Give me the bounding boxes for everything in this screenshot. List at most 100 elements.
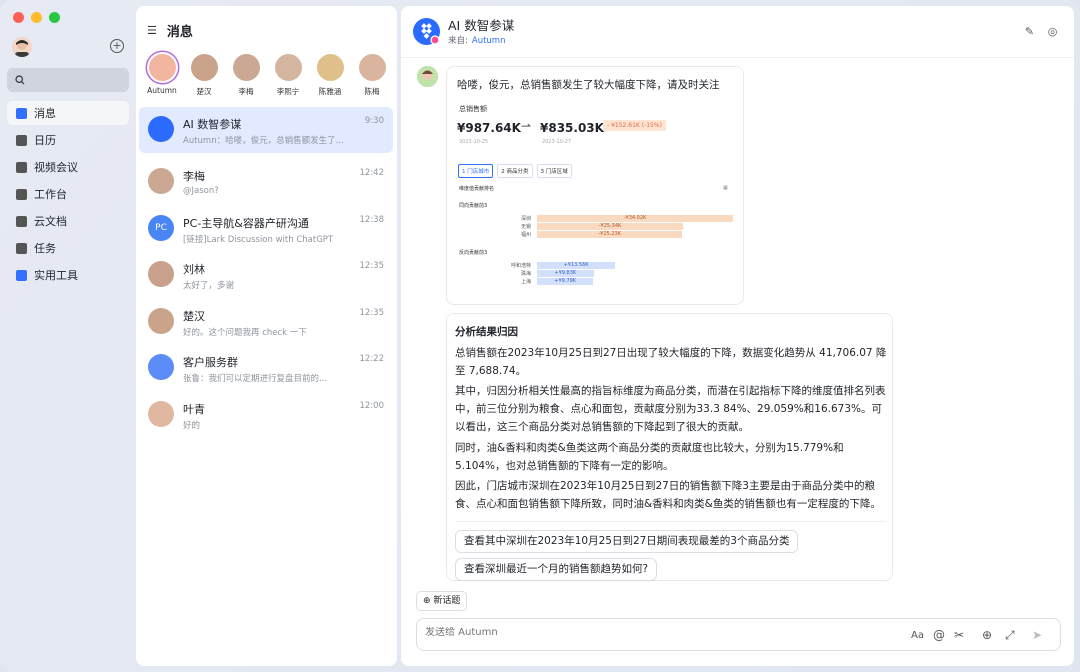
broom-icon[interactable]: ✎ bbox=[1023, 25, 1036, 38]
analysis-paragraph: 同时，油&香料和肉类&鱼类这两个商品分类的贡献度也比较大，分别为15.779%和… bbox=[455, 442, 844, 472]
chat-name: PC-主导航&容器产研沟通 bbox=[183, 216, 309, 230]
arrow-right-icon: ⇀ bbox=[521, 119, 532, 133]
avatar bbox=[148, 261, 174, 287]
chat-time: 9:30 bbox=[364, 116, 384, 126]
scissors-icon[interactable]: ✂ bbox=[954, 628, 964, 642]
new-topic-button[interactable]: ⊕ 新话题 bbox=[416, 591, 468, 611]
chat-list-item[interactable]: 叶青 好的 12:00 bbox=[139, 392, 393, 438]
avatar bbox=[358, 54, 386, 81]
nav-item[interactable]: 日历 bbox=[7, 128, 129, 152]
nav-item-label: 云文档 bbox=[34, 215, 67, 228]
chat-main: AI 数智参谋 来自: Autumn ✎ ◎ 哈喽，俊元，总销售额发生了较大幅度下… bbox=[401, 6, 1074, 666]
bot-logo-icon bbox=[413, 18, 440, 45]
messages-panel: ☰ 消息 Autumn 楚汉 李梅 李熙宁陈雅涵 陈梅 AI 数智参谋 Autumn：哈喽… bbox=[136, 6, 397, 666]
nav-item-label: 日历 bbox=[34, 134, 56, 147]
table-icon[interactable]: ▦ bbox=[723, 185, 728, 191]
chat-preview: 张鲁：我们可以定期进行复盘目前的... bbox=[183, 374, 328, 384]
chat-list-item[interactable]: 刘林 太好了，多谢 12:35 bbox=[139, 252, 393, 298]
chat-list-item[interactable]: 楚汉 好的。这个问题我再 check 一下 12:35 bbox=[139, 299, 393, 345]
chat-list-item[interactable]: AI 数智参谋 Autumn：哈喽，俊元，总销售额发生了... 9:30 bbox=[139, 107, 393, 153]
pinned-contact[interactable]: 李熙宁 bbox=[268, 54, 308, 97]
suggestion-button[interactable]: 查看深圳最近一个月的销售额趋势如何? bbox=[455, 558, 658, 581]
avatar bbox=[232, 54, 260, 81]
chat-bubble-icon bbox=[16, 107, 27, 119]
nav-item-label: 视频会议 bbox=[34, 161, 78, 174]
contribution-section-title: 维度值贡献排名 bbox=[459, 186, 495, 192]
kpi-from-value: ¥987.64K bbox=[457, 121, 521, 135]
dimension-tab[interactable]: 3 门店区域 bbox=[536, 164, 572, 178]
pinned-contact-name: 陈雅涵 bbox=[318, 87, 342, 96]
avatar bbox=[148, 354, 174, 380]
font-format-icon[interactable]: Aa bbox=[911, 630, 924, 641]
chat-list-item[interactable]: 客户服务群张鲁：我们可以定期进行复盘目前的... 12:22 bbox=[139, 345, 393, 391]
pinned-contact-name: 陈梅 bbox=[364, 87, 380, 96]
expand-icon[interactable]: ⤢ bbox=[1005, 628, 1015, 643]
kpi-from-date: 2023-10-25 bbox=[459, 139, 489, 145]
contrib-row: 上海 +¥9.79K bbox=[509, 278, 739, 285]
message-input[interactable] bbox=[425, 627, 825, 638]
avatar bbox=[316, 54, 344, 81]
chat-list-item[interactable]: PC PC-主导航&容器产研沟通 [链接]Lark Discussion with … bbox=[139, 206, 393, 252]
app-window: + 消息日历视频会议工作台云文档任务实用工具 ☰ 消息 Autumn 楚汉 李梅 李熙… bbox=[0, 0, 1080, 672]
pinned-contact[interactable]: Autumn bbox=[142, 54, 182, 97]
search-input[interactable] bbox=[7, 68, 129, 92]
chat-name: 刘林 bbox=[183, 263, 205, 276]
nav-item[interactable]: 实用工具 bbox=[7, 263, 129, 287]
pinned-contact[interactable]: 李梅 bbox=[226, 54, 266, 97]
analysis-paragraph: 其中，归因分析相关性最高的指旨标维度为商品分类，而潜在引起指标下降的维度值排名列… bbox=[455, 385, 886, 433]
bot-avatar bbox=[417, 66, 438, 87]
contrib-row: 珠海 +¥9.83K bbox=[509, 270, 739, 277]
mention-icon[interactable]: @ bbox=[933, 628, 945, 642]
chat-list-item[interactable]: 李梅 @Jason? 12:42 bbox=[139, 159, 393, 205]
check-icon bbox=[16, 242, 27, 254]
pinned-contact-name: 楚汉 bbox=[196, 87, 212, 96]
nav-item[interactable]: 视频会议 bbox=[7, 155, 129, 179]
nav-item[interactable]: 云文档 bbox=[7, 209, 129, 233]
avatar bbox=[190, 54, 218, 81]
source-link[interactable]: Autumn bbox=[472, 36, 506, 46]
nav-item[interactable]: 消息 bbox=[7, 101, 129, 125]
chat-header: AI 数智参谋 来自: Autumn ✎ ◎ bbox=[401, 6, 1074, 58]
contrib-bar: -¥34.02K bbox=[537, 215, 733, 222]
chat-preview: [链接]Lark Discussion with ChatGPT bbox=[183, 234, 334, 245]
plus-circle-icon[interactable]: ⊕ bbox=[982, 628, 992, 642]
contrib-bar: +¥13.56K bbox=[537, 262, 616, 269]
send-icon[interactable]: ➤ bbox=[1032, 628, 1042, 642]
bell-icon[interactable]: ◎ bbox=[1046, 25, 1059, 38]
contrib-bar: +¥9.79K bbox=[537, 278, 594, 285]
pinned-contact[interactable]: 陈梅 bbox=[352, 54, 392, 97]
nav-item-label: 任务 bbox=[34, 242, 56, 255]
avatar bbox=[148, 54, 176, 81]
dimension-tab[interactable]: 2 商品分类 bbox=[497, 164, 533, 178]
dimension-tab[interactable]: 1 门店城市 bbox=[458, 164, 494, 178]
avatar bbox=[148, 168, 174, 194]
nav-item[interactable]: 工作台 bbox=[7, 182, 129, 206]
contrib-row: 福州 -¥25.23K bbox=[509, 231, 739, 238]
contrib-city: 呼和浩特 bbox=[510, 263, 531, 269]
collapse-icon[interactable]: ☰ bbox=[147, 24, 157, 37]
contrib-row: 无锡 -¥25.34K bbox=[509, 223, 739, 230]
dimension-tabs: 1 门店城市 2 商品分类 3 门店区域 bbox=[458, 164, 572, 178]
analysis-title: 分析结果归因 bbox=[455, 326, 518, 338]
analysis-paragraph: 总销售额在2023年10月25日到27日出现了较大幅度的下降，数据变化趋势从 4… bbox=[455, 347, 887, 377]
contrib-row: 深圳 -¥34.02K bbox=[509, 215, 739, 222]
chat-name: 楚汉 bbox=[183, 309, 205, 323]
panel-title-label: 消息 bbox=[166, 25, 193, 40]
pinned-contact[interactable]: 楚汉 bbox=[184, 54, 224, 97]
contrib-city: 福州 bbox=[520, 232, 531, 238]
contrib-city: 无锡 bbox=[520, 224, 531, 230]
suggestion-button[interactable]: 查看其中深圳在2023年10月25日到27日期间表现最差的3个商品分类 bbox=[455, 530, 799, 553]
contrib-row: 呼和浩特 +¥13.56K bbox=[509, 262, 739, 269]
search-icon bbox=[15, 75, 25, 85]
user-avatar[interactable] bbox=[12, 37, 32, 57]
contrib-city: 深圳 bbox=[520, 216, 531, 222]
chat-title: AI 数智参谋 bbox=[448, 18, 515, 33]
kpi-label: 总销售额 bbox=[459, 105, 487, 113]
pinned-contact[interactable]: 陈雅涵 bbox=[310, 54, 350, 97]
chat-name: 客户服务群 bbox=[183, 356, 238, 369]
nav-item[interactable]: 任务 bbox=[7, 236, 129, 260]
avatar bbox=[274, 54, 302, 81]
chat-time: 12:22 bbox=[359, 354, 385, 364]
plus-circle-icon: ⊕ bbox=[423, 596, 431, 606]
add-icon[interactable]: + bbox=[110, 39, 124, 53]
